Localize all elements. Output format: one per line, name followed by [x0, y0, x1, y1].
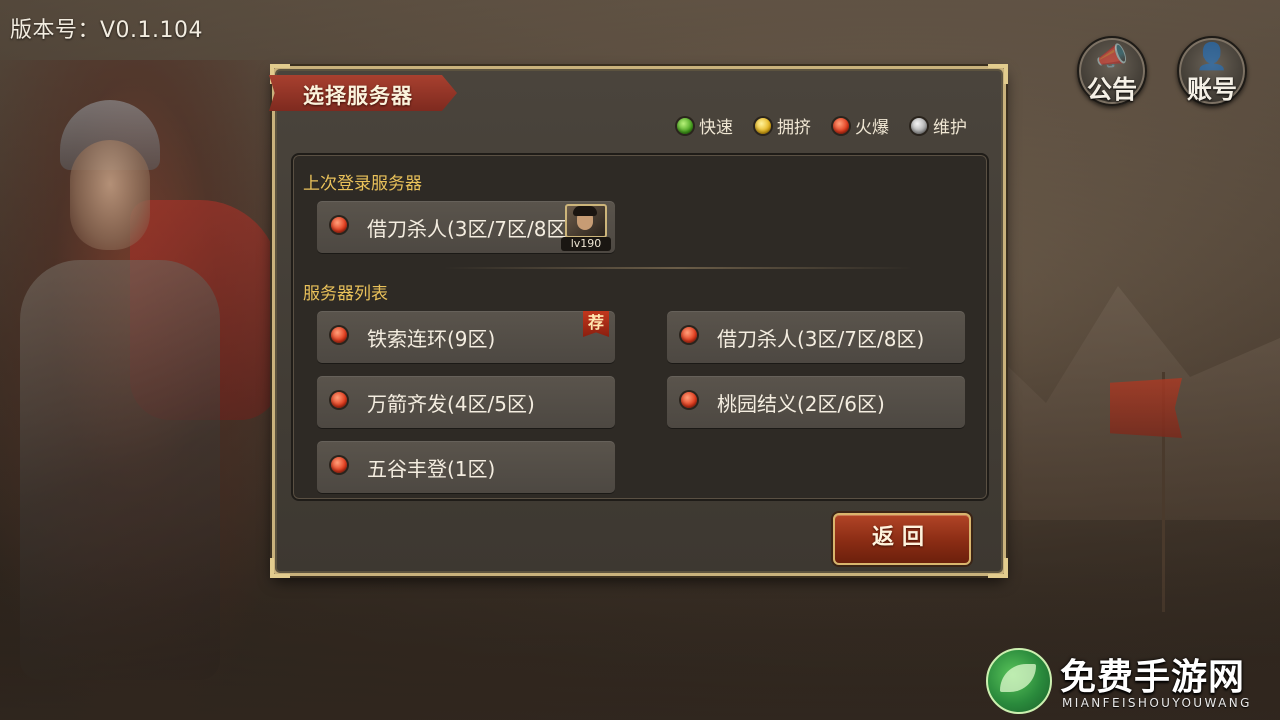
- character-avatar: [565, 204, 607, 238]
- status-red-icon: [681, 327, 697, 343]
- legend-label: 维护: [933, 118, 967, 138]
- server-name: 五谷丰登(1区): [367, 457, 496, 481]
- notice-button-label: 公告: [1086, 75, 1137, 104]
- legend-label: 火爆: [855, 118, 889, 138]
- frame-corner: [988, 64, 1008, 84]
- server-button[interactable]: 借刀杀人(3区/7区/8区): [667, 311, 965, 363]
- account-button[interactable]: 👤 账号: [1177, 36, 1247, 106]
- server-button[interactable]: 万箭齐发(4区/5区): [317, 376, 615, 428]
- status-yellow-icon: [755, 117, 771, 134]
- status-red-icon: [331, 217, 347, 233]
- account-button-label: 账号: [1186, 75, 1237, 104]
- frame-corner: [270, 558, 290, 578]
- status-gray-icon: [911, 117, 927, 134]
- last-login-server-button[interactable]: 借刀杀人(3区/7区/8区) lv190: [317, 201, 615, 253]
- version-label: 版本号：V0.1.104: [10, 18, 204, 43]
- legend-label: 拥挤: [777, 118, 811, 138]
- legend-label: 快速: [699, 118, 733, 138]
- status-legend: 快速 拥挤 火爆 维护: [677, 113, 967, 138]
- last-login-heading: 上次登录服务器: [303, 174, 422, 194]
- recommended-badge: 荐: [583, 311, 609, 337]
- server-select-dialog: 选择服务器 快速 拥挤 火爆 维护 上次登录服务器 借刀杀人(3区/7区/8区): [269, 64, 1008, 578]
- legend-item-crowded: 拥挤: [755, 113, 811, 138]
- megaphone-icon: 📣: [1095, 42, 1129, 72]
- section-divider: [443, 267, 913, 269]
- notice-button[interactable]: 📣 公告: [1077, 36, 1147, 106]
- server-name: 万箭齐发(4区/5区): [367, 392, 535, 416]
- server-button[interactable]: 五谷丰登(1区): [317, 441, 615, 493]
- status-red-icon: [331, 327, 347, 343]
- leaf-icon: [1000, 664, 1036, 692]
- legend-item-maintenance: 维护: [911, 113, 967, 138]
- status-red-icon: [833, 117, 849, 134]
- user-icon: 👤: [1195, 42, 1229, 72]
- server-button[interactable]: 桃园结义(2区/6区): [667, 376, 965, 428]
- character-level: lv190: [561, 237, 611, 251]
- server-name: 借刀杀人(3区/7区/8区): [717, 327, 925, 351]
- dialog-title: 选择服务器: [303, 83, 413, 108]
- server-name: 借刀杀人(3区/7区/8区): [367, 217, 575, 241]
- watermark-logo: [986, 648, 1052, 714]
- legend-item-fast: 快速: [677, 113, 733, 138]
- server-panel: 上次登录服务器 借刀杀人(3区/7区/8区) lv190 服务器列表 铁索连环(…: [291, 153, 989, 501]
- watermark-subtitle: MIANFEISHOUYOUWANG: [1062, 696, 1252, 710]
- server-list-heading: 服务器列表: [303, 284, 388, 304]
- server-name: 桃园结义(2区/6区): [717, 392, 885, 416]
- status-green-icon: [677, 117, 693, 134]
- server-name: 铁索连环(9区): [367, 327, 496, 351]
- status-red-icon: [331, 392, 347, 408]
- watermark-title: 免费手游网: [1060, 656, 1246, 698]
- back-button[interactable]: 返回: [833, 513, 971, 565]
- hero-face: [70, 140, 150, 250]
- background-flag: [1110, 378, 1182, 438]
- legend-item-hot: 火爆: [833, 113, 889, 138]
- server-button[interactable]: 铁索连环(9区) 荐: [317, 311, 615, 363]
- frame-corner: [988, 558, 1008, 578]
- status-red-icon: [331, 457, 347, 473]
- avatar-hair: [573, 206, 597, 216]
- status-red-icon: [681, 392, 697, 408]
- dialog-title-ribbon: 选择服务器: [269, 75, 457, 111]
